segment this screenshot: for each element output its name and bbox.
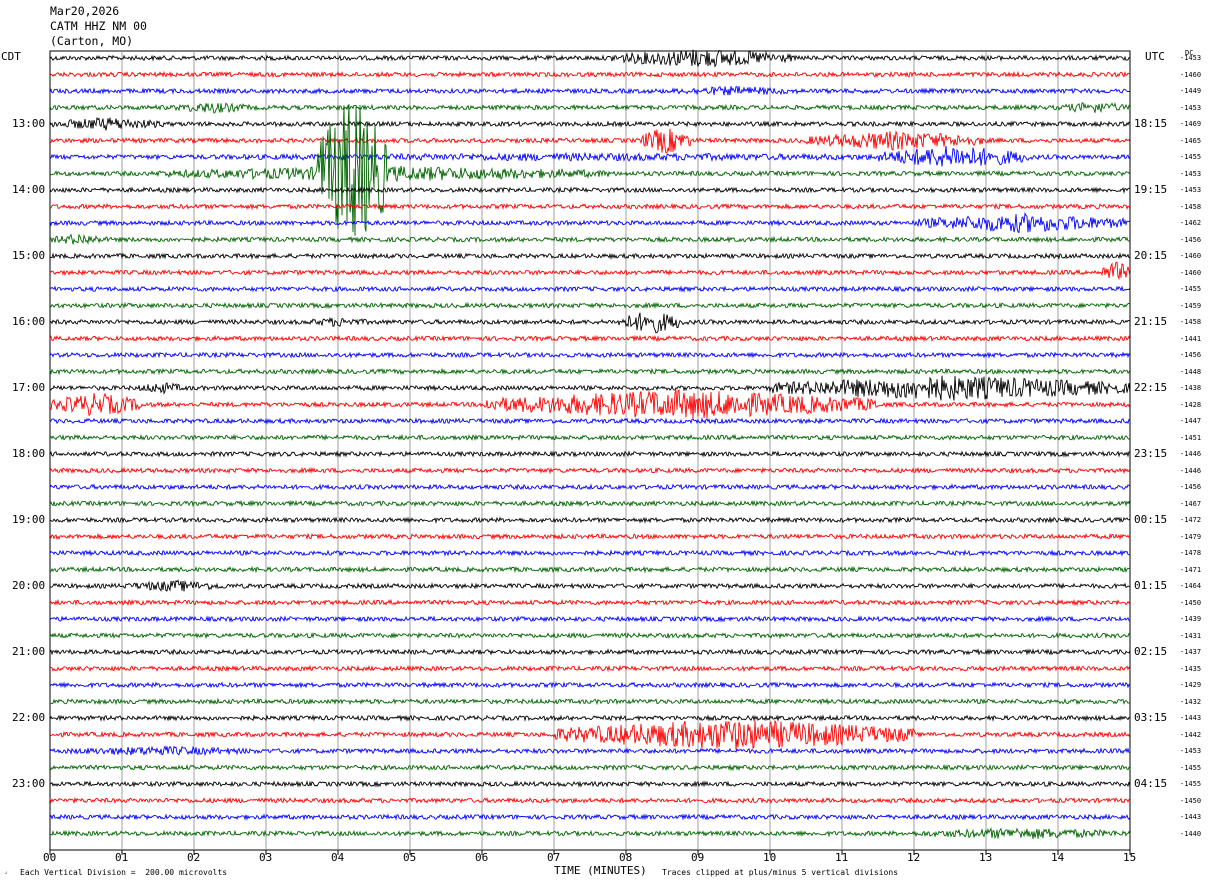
helicorder-plot (49, 49, 1131, 855)
seismic-trace-38 (49, 681, 1131, 689)
seismic-trace-3 (49, 102, 1131, 114)
seismic-trace-22 (49, 417, 1131, 425)
seismic-trace-10 (49, 212, 1131, 234)
seismic-trace-36 (49, 648, 1131, 656)
seismic-trace-5 (49, 128, 1131, 154)
x-axis-title: TIME (MINUTES) (554, 864, 647, 877)
seismic-trace-44 (49, 780, 1131, 788)
seismic-trace-1 (49, 70, 1131, 79)
seismic-trace-33 (49, 598, 1131, 607)
seismic-trace-37 (49, 664, 1131, 673)
seismic-trace-46 (49, 813, 1131, 821)
seismic-trace-24 (49, 450, 1131, 458)
seismic-trace-15 (49, 301, 1131, 310)
seismic-trace-18 (49, 351, 1131, 359)
corner-mark-icon: ⌟ (4, 868, 8, 875)
scale-note: Each Vertical Division = 200.00 microvol… (20, 868, 228, 877)
seismic-trace-39 (49, 697, 1131, 706)
seismic-trace-29 (49, 532, 1131, 541)
seismic-trace-11 (49, 233, 1131, 245)
seismic-trace-17 (49, 334, 1131, 343)
seismic-trace-47 (49, 827, 1131, 840)
seismic-trace-23 (49, 433, 1131, 442)
seismic-trace-31 (49, 565, 1131, 574)
seismic-trace-6 (49, 145, 1131, 167)
clip-note: Traces clipped at plus/minus 5 vertical … (662, 868, 899, 877)
seismic-trace-13 (49, 261, 1131, 281)
seismic-trace-14 (49, 285, 1131, 293)
seismic-traces (49, 49, 1131, 840)
seismic-trace-41 (49, 719, 1131, 750)
seismic-trace-9 (49, 202, 1131, 211)
seismic-trace-25 (49, 466, 1131, 475)
seismic-trace-20 (49, 375, 1131, 401)
seismic-trace-26 (49, 483, 1131, 491)
seismic-trace-30 (49, 549, 1130, 557)
seismic-trace-35 (49, 631, 1131, 640)
seismic-trace-40 (49, 714, 1131, 722)
seismic-trace-4 (49, 116, 1131, 131)
seismic-trace-19 (49, 367, 1131, 376)
seismic-trace-12 (50, 252, 1131, 260)
seismic-trace-45 (49, 796, 1131, 805)
seismic-trace-27 (49, 499, 1131, 508)
seismic-trace-0 (49, 49, 1131, 68)
seismic-trace-2 (49, 86, 1131, 96)
seismic-trace-43 (49, 763, 1131, 772)
seismic-trace-16 (49, 312, 1131, 334)
x-axis-ticks (49, 850, 1131, 855)
seismic-trace-42 (49, 745, 1131, 757)
seismic-trace-8 (49, 186, 1130, 194)
seismic-trace-21 (49, 389, 1131, 419)
seismic-trace-32 (49, 579, 1131, 592)
seismic-trace-28 (49, 516, 1131, 524)
seismic-trace-34 (49, 615, 1131, 623)
